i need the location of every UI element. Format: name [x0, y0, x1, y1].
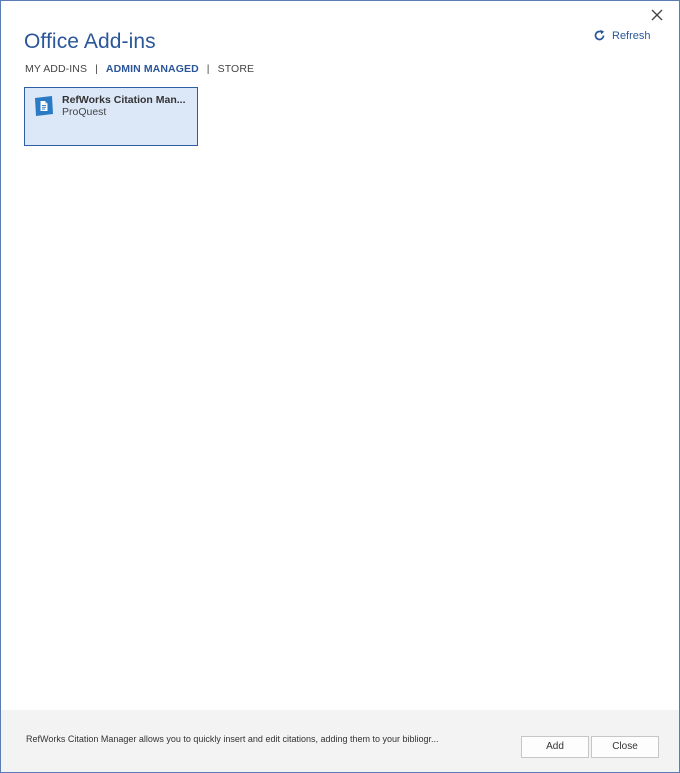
- addin-publisher: ProQuest: [62, 106, 107, 118]
- tab-my-add-ins[interactable]: MY ADD-INS: [25, 63, 87, 75]
- refresh-icon: [593, 29, 606, 42]
- tab-separator: |: [95, 63, 98, 75]
- addin-description: RefWorks Citation Manager allows you to …: [26, 734, 439, 744]
- close-icon[interactable]: [649, 7, 665, 23]
- footer-bar: RefWorks Citation Manager allows you to …: [1, 710, 679, 772]
- addin-name: RefWorks Citation Man...: [62, 94, 186, 106]
- tab-admin-managed[interactable]: ADMIN MANAGED: [106, 63, 199, 75]
- document-icon: [33, 95, 55, 117]
- tab-bar: MY ADD-INS | ADMIN MANAGED | STORE: [25, 63, 254, 75]
- office-addins-dialog: Office Add-ins Refresh MY ADD-INS | ADMI…: [0, 0, 680, 773]
- addin-card-refworks[interactable]: RefWorks Citation Man... ProQuest: [24, 87, 198, 146]
- tab-store[interactable]: STORE: [218, 63, 254, 75]
- add-button[interactable]: Add: [521, 736, 589, 758]
- refresh-label: Refresh: [612, 29, 651, 42]
- dialog-title: Office Add-ins: [24, 30, 156, 53]
- refresh-button[interactable]: Refresh: [593, 29, 651, 42]
- tab-separator: |: [206, 63, 210, 75]
- close-button[interactable]: Close: [591, 736, 659, 758]
